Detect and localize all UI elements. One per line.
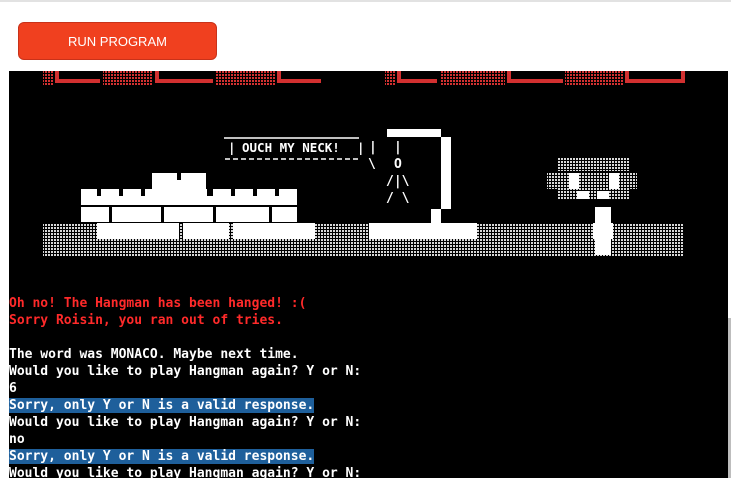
hangman-legs: / \ <box>386 191 410 206</box>
terminal-line: Sorry, only Y or N is a valid response. <box>9 448 361 465</box>
gallows-brace: \ <box>368 157 376 172</box>
terminal-screen[interactable]: | OUCH MY NECK! | | | \ O /|\ / \ Oh no! <box>9 71 728 478</box>
terminal-line-text: 6 <box>9 381 17 396</box>
terminal-line: Would you like to play Hangman again? Y … <box>9 465 361 478</box>
hangman-body: /|\ <box>386 174 410 189</box>
terminal-line: Sorry, only Y or N is a valid response. <box>9 397 361 414</box>
terminal-line-text: The word was MONACO. Maybe next time. <box>9 347 299 362</box>
terminal-line: Would you like to play Hangman again? Y … <box>9 414 361 431</box>
hangman-head: O <box>394 157 402 172</box>
terminal-line-text: Would you like to play Hangman again? Y … <box>9 466 362 478</box>
castle-wall <box>81 173 297 222</box>
terminal-line: no <box>9 431 361 448</box>
sign-border-left: | <box>228 140 236 155</box>
terminal-line: Sorry Roisin, you ran out of tries. <box>9 312 361 329</box>
sign-border-right: | <box>357 140 365 155</box>
ascii-art-scene: | OUCH MY NECK! | | | \ O /|\ / \ <box>43 71 685 256</box>
top-border <box>0 0 731 2</box>
title-banner-remnant <box>43 71 685 85</box>
error-message: Sorry, only Y or N is a valid response. <box>9 449 315 464</box>
error-message: Sorry, only Y or N is a valid response. <box>9 398 315 413</box>
terminal-output: Oh no! The Hangman has been hanged! :( So… <box>9 278 361 478</box>
terminal-line-text: Oh no! The Hangman has been hanged! :( <box>9 296 307 311</box>
terminal-line: Oh no! The Hangman has been hanged! :( <box>9 295 361 312</box>
gallows-upright: | <box>369 140 377 155</box>
hangman-rope: | <box>394 140 402 155</box>
terminal-line-text: Would you like to play Hangman again? Y … <box>9 364 362 379</box>
terminal-line: 6 <box>9 380 361 397</box>
run-program-button[interactable]: RUN PROGRAM <box>18 22 217 60</box>
terminal-line-text: Sorry Roisin, you ran out of tries. <box>9 313 283 328</box>
terminal-line: The word was MONACO. Maybe next time. <box>9 346 361 363</box>
terminal-line: Would you like to play Hangman again? Y … <box>9 363 361 380</box>
terminal-line-text: Would you like to play Hangman again? Y … <box>9 415 362 430</box>
sign-text: OUCH MY NECK! <box>242 140 340 155</box>
terminal-line-text: no <box>9 432 25 447</box>
